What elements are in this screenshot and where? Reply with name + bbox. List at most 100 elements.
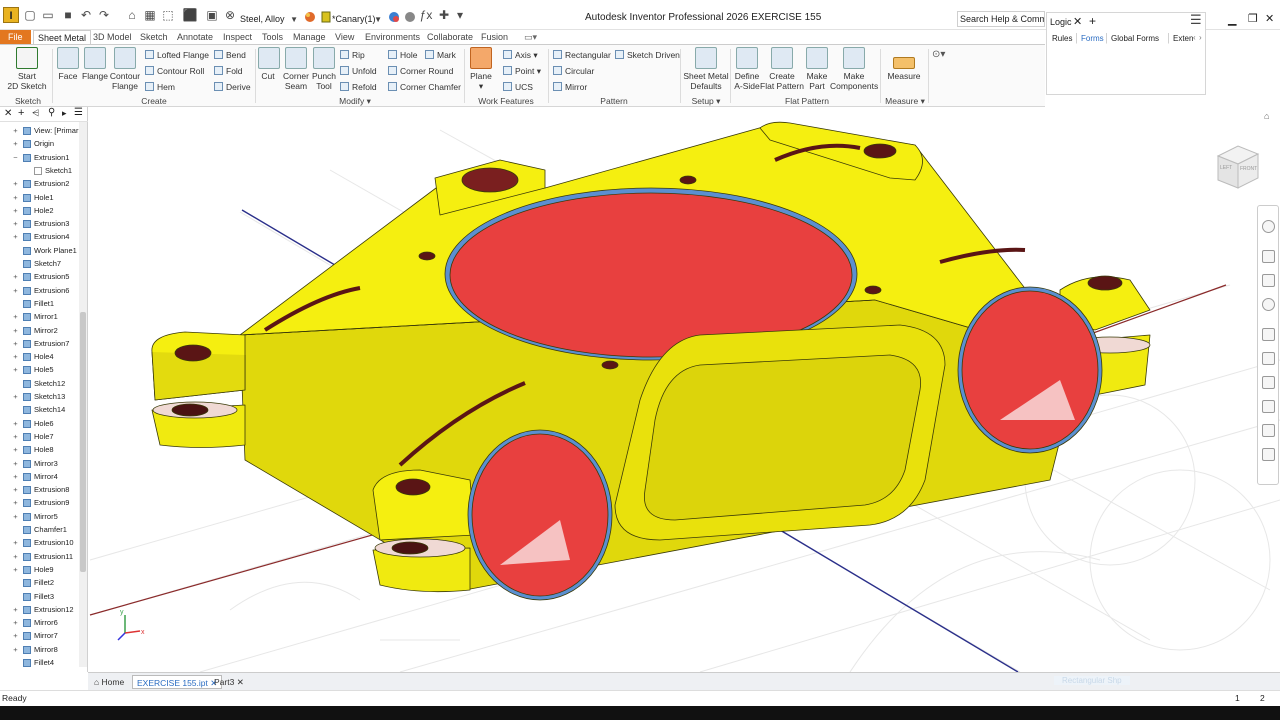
viewcube-front-face[interactable]: FRONT [1240,166,1257,172]
browser-item[interactable]: + Mirror8 [0,643,80,656]
browser-item[interactable]: + Mirror1 [0,310,80,323]
expand-toggle-icon[interactable]: + [12,483,19,496]
sheet-metal-defaults-button[interactable]: Sheet Metal Defaults [683,47,729,91]
close-icon[interactable]: ✕ [1073,15,1082,28]
browser-item[interactable]: + Mirror4 [0,470,80,483]
browser-item[interactable]: Sketch7 [0,257,80,270]
browser-item[interactable]: + Extrusion8 [0,483,80,496]
viewcube[interactable]: LEFT FRONT [1212,142,1264,194]
measure-button[interactable]: Measure [886,47,922,81]
circular-pattern-button[interactable]: Circular [553,65,594,77]
tab-3d-model[interactable]: 3D Model [93,30,132,45]
material-select[interactable]: Steel, Alloy ▼ [238,12,300,27]
zoom-selected-icon[interactable] [1262,400,1275,413]
browser-scrollbar[interactable] [79,122,87,667]
doc-tab-home[interactable]: ⌂ Home [90,675,128,689]
restore-icon[interactable]: ❐ [1248,12,1258,25]
add-icon[interactable]: + [18,107,24,119]
expand-toggle-icon[interactable]: + [12,496,19,509]
expand-toggle-icon[interactable]: + [12,217,19,230]
customize-icon[interactable]: ▾ [452,8,468,22]
ucs-button[interactable]: UCS [503,81,533,93]
home-view-icon[interactable]: ⌂ [1264,111,1269,121]
pan-icon[interactable] [1262,250,1275,263]
save-icon[interactable]: ■ [60,8,76,22]
adjust-appearance-icon[interactable] [386,11,402,25]
search-input[interactable]: Search Help & Commands [957,11,1045,27]
expand-toggle-icon[interactable]: + [12,629,19,642]
browser-item[interactable]: Sketch12 [0,377,80,390]
logic-tab-forms[interactable]: Forms [1081,34,1104,43]
expand-toggle-icon[interactable]: + [12,177,19,190]
tab-collaborate[interactable]: Collaborate [427,30,473,45]
bend-button[interactable]: Bend [214,49,246,61]
hole-button[interactable]: Hole [388,49,417,61]
logic-tab-extern[interactable]: Exten [1173,34,1193,43]
expand-toggle-icon[interactable]: + [12,310,19,323]
ribbon-options-icon[interactable]: ▭▾ [524,30,537,45]
minimize-icon[interactable]: ▁ [1228,13,1236,26]
expand-toggle-icon[interactable]: + [12,204,19,217]
browser-item[interactable]: + Hole6 [0,417,80,430]
tab-inspect[interactable]: Inspect [223,30,252,45]
browser-item[interactable]: + Mirror6 [0,616,80,629]
browser-item[interactable]: + Hole2 [0,204,80,217]
browser-item[interactable]: + Mirror5 [0,510,80,523]
browser-item[interactable]: Sketch14 [0,403,80,416]
logic-tab-rules[interactable]: Rules [1052,34,1072,43]
expand-toggle-icon[interactable]: + [12,230,19,243]
derive-button[interactable]: Derive [214,81,251,93]
browser-item[interactable]: + Extrusion9 [0,496,80,509]
expand-toggle-icon[interactable]: + [12,457,19,470]
browser-item[interactable]: + Extrusion6 [0,284,80,297]
start-2d-sketch-button[interactable]: Start 2D Sketch [6,47,48,91]
expand-toggle-icon[interactable]: + [12,510,19,523]
tab-sheet-metal[interactable]: Sheet Metal [33,30,92,45]
look-at-icon[interactable] [1262,328,1275,341]
create-flat-pattern-button[interactable]: Create Flat Pattern [760,47,804,91]
browser-item[interactable]: + Hole1 [0,191,80,204]
expand-toggle-icon[interactable]: + [12,430,19,443]
browser-item[interactable]: + Hole4 [0,350,80,363]
corner-round-button[interactable]: Corner Round [388,65,453,77]
group-measure-label[interactable]: Measure ▾ [882,96,928,107]
expand-toggle-icon[interactable]: + [12,191,19,204]
expand-toggle-icon[interactable]: + [12,603,19,616]
expand-toggle-icon[interactable]: + [12,390,19,403]
browser-item[interactable]: + Extrusion3 [0,217,80,230]
contour-flange-button[interactable]: Contour Flange [109,47,141,91]
expand-toggle-icon[interactable]: + [12,270,19,283]
new-file-icon[interactable]: ▢ [22,8,38,22]
browser-item[interactable]: + Hole8 [0,443,80,456]
update-icon[interactable]: ⬛ [182,8,198,22]
browser-item[interactable]: + Origin [0,137,80,150]
plane-button[interactable]: Plane ▾ [468,47,494,91]
expand-toggle-icon[interactable]: + [12,536,19,549]
free-orbit-icon[interactable] [1262,448,1275,461]
browser-item[interactable]: + Extrusion4 [0,230,80,243]
tab-annotate[interactable]: Annotate [177,30,213,45]
window-close-icon[interactable]: ✕ [1265,12,1274,25]
add-ins-icon[interactable]: ⊙▾ [932,49,945,60]
browser-item[interactable]: Chamfer1 [0,523,80,536]
mark-button[interactable]: Mark [425,49,456,61]
rectangular-pattern-button[interactable]: Rectangular [553,49,611,61]
browser-item[interactable]: + Hole7 [0,430,80,443]
browser-item[interactable]: + Sketch13 [0,390,80,403]
expand-toggle-icon[interactable]: + [12,337,19,350]
expand-toggle-icon[interactable]: + [12,124,19,137]
corner-chamfer-button[interactable]: Corner Chamfer [388,81,461,93]
tab-tools[interactable]: Tools [262,30,283,45]
expand-toggle-icon[interactable]: − [12,151,19,164]
tab-sketch[interactable]: Sketch [140,30,168,45]
define-a-side-button[interactable]: Define A-Side [733,47,761,91]
browser-item[interactable]: + View: [Primar [0,124,80,137]
browser-item[interactable]: + Extrusion7 [0,337,80,350]
search-icon[interactable]: ⚲ [48,107,55,118]
expand-toggle-icon[interactable]: + [12,470,19,483]
tab-view[interactable]: View [335,30,354,45]
doc-tab-exercise-155[interactable]: EXERCISE 155.ipt ✕ [132,675,223,689]
fold-button[interactable]: Fold [214,65,243,77]
browser-item[interactable]: + Mirror7 [0,629,80,642]
zoom-all-icon[interactable] [1262,352,1275,365]
